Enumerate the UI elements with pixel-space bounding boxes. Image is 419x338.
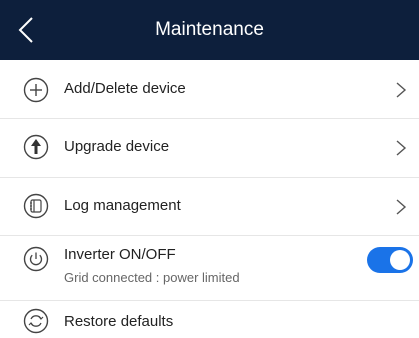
- menu-item-label: Restore defaults: [64, 313, 174, 330]
- menu-item-label: Upgrade device: [64, 138, 170, 155]
- chevron-right-icon: [396, 140, 407, 156]
- back-arrow-icon[interactable]: [14, 14, 40, 46]
- plus-circle-icon: [23, 77, 49, 103]
- menu-item-restore-defaults[interactable]: Restore defaults: [0, 301, 419, 338]
- log-book-icon: [23, 193, 49, 219]
- page-title: Maintenance: [155, 19, 264, 40]
- toggle-knob: [390, 250, 410, 270]
- menu-item-inverter-on-off: Inverter ON/OFF Grid connected : power l…: [0, 236, 419, 300]
- upgrade-arrow-icon: [23, 134, 49, 160]
- restore-icon: [23, 308, 49, 334]
- inverter-toggle[interactable]: [367, 247, 413, 273]
- power-icon: [23, 246, 49, 272]
- app-header: Maintenance: [0, 0, 419, 60]
- menu-item-log-management[interactable]: Log management: [0, 178, 419, 235]
- inverter-status-text: Grid connected : power limited: [64, 270, 240, 285]
- chevron-right-icon: [396, 199, 407, 215]
- menu-item-upgrade-device[interactable]: Upgrade device: [0, 119, 419, 177]
- menu-item-label: Add/Delete device: [64, 80, 186, 97]
- menu-item-label: Inverter ON/OFF: [64, 246, 176, 263]
- chevron-right-icon: [396, 82, 407, 98]
- menu-item-label: Log management: [64, 197, 181, 214]
- menu-item-add-delete-device[interactable]: Add/Delete device: [0, 60, 419, 118]
